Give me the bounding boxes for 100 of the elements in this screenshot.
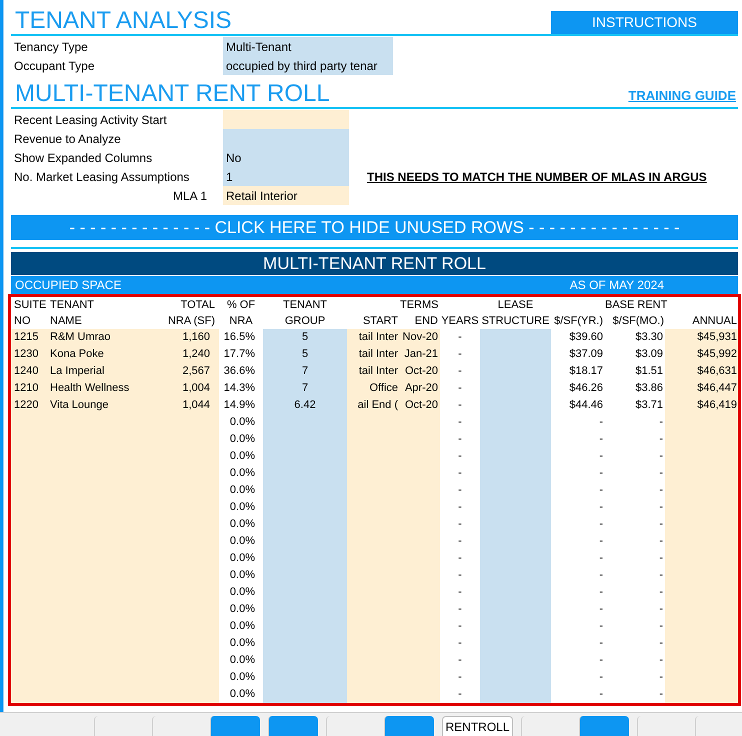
table-cell-text: tail Inter <box>358 347 399 362</box>
table-cell-text: - <box>598 653 604 668</box>
table-cell-text: - <box>658 517 664 532</box>
column-header: TERMS END <box>400 298 440 329</box>
table-cell-text: 7 <box>300 364 310 379</box>
table-cell-text: Oct-20 <box>404 364 439 379</box>
table-cell-text: 6.42 <box>293 398 317 413</box>
table-cell-text: $37.09 <box>568 347 604 362</box>
table-cell-text: - <box>658 551 664 566</box>
table-cell-text: 1220 <box>13 398 40 413</box>
input-cell[interactable] <box>223 129 349 148</box>
table-cell-text: - <box>598 619 604 634</box>
table-cell-text: - <box>598 636 604 651</box>
table-cell-text: - <box>598 517 604 532</box>
table-cell-text: - <box>457 364 463 379</box>
table-cell-text: - <box>457 483 463 498</box>
table-cell-text: Vita Lounge <box>49 398 110 413</box>
table-cell-text: 1,240 <box>181 347 211 362</box>
sheet-tab[interactable] <box>384 716 434 736</box>
table-cell-text: 1230 <box>13 347 40 362</box>
table-cell-text: Oct-20 <box>404 398 439 413</box>
table-cell-text: - <box>598 670 604 685</box>
table-cell-text: $18.17 <box>568 364 604 379</box>
table-cell-text: 0.0% <box>228 636 256 651</box>
table-cell-text: 0.0% <box>228 687 256 702</box>
table-cell-text: 0.0% <box>228 449 256 464</box>
field-label: Revenue to Analyze <box>13 130 122 148</box>
input-cell[interactable]: Retail Interior <box>223 186 349 205</box>
table-cell-text: - <box>658 585 664 600</box>
sheet-tab[interactable] <box>268 716 318 736</box>
table-cell-text: - <box>658 466 664 481</box>
table-cell-text: 1215 <box>13 330 40 345</box>
table-cell-text: - <box>658 483 664 498</box>
page-title: TENANT ANALYSIS <box>14 8 232 34</box>
table-cell-text: - <box>457 517 463 532</box>
input-cell[interactable]: occupied by third party tenar <box>223 56 393 75</box>
table-cell-text: 1,044 <box>181 398 211 413</box>
field-label: No. Market Leasing Assumptions <box>13 168 190 186</box>
table-cell-text: 17.7% <box>222 347 256 362</box>
table-banner: MULTI-TENANT RENT ROLL <box>11 252 738 275</box>
input-cell[interactable]: Multi-Tenant <box>223 37 393 56</box>
table-cell-text: - <box>457 432 463 447</box>
table-cell-text: 0.0% <box>228 432 256 447</box>
table-cell-text: ail End ( <box>356 398 399 413</box>
table-cell-text: - <box>457 670 463 685</box>
table-cell-text: 0.0% <box>228 602 256 617</box>
table-cell-text: 0.0% <box>228 585 256 600</box>
table-cell-text: - <box>457 653 463 668</box>
table-cell-text: tail Inter <box>358 364 399 379</box>
subheader-right-label: AS OF MAY 2024 <box>570 277 665 294</box>
table-cell-text: - <box>658 670 664 685</box>
table-cell-text: - <box>598 568 604 583</box>
table-cell-text: - <box>598 551 604 566</box>
table-cell-text: - <box>658 500 664 515</box>
table-cell-text: - <box>457 585 463 600</box>
table-cell-text: - <box>658 449 664 464</box>
sheet-tab[interactable] <box>579 716 629 736</box>
input-cell[interactable]: 1 <box>223 167 349 186</box>
table-cell-text: - <box>457 687 463 702</box>
table-cell-text: - <box>457 636 463 651</box>
table-cell-text: 0.0% <box>228 568 256 583</box>
table-cell-text: 0.0% <box>228 619 256 634</box>
table-cell-text: - <box>658 534 664 549</box>
table-cell-text: - <box>457 568 463 583</box>
table-cell-text: 0.0% <box>228 466 256 481</box>
table-cell-text: 0.0% <box>228 500 256 515</box>
table-cell-text: 36.6% <box>222 364 256 379</box>
table-cell-text: 0.0% <box>228 670 256 685</box>
table-cell-text: - <box>598 432 604 447</box>
table-cell-text: 1,004 <box>181 381 211 396</box>
table-cell-text: 0.0% <box>228 653 256 668</box>
table-cell-text: 5 <box>300 330 310 345</box>
table-cell-text: - <box>457 347 463 362</box>
field-label: Recent Leasing Activity Start <box>13 112 168 128</box>
table-cell-text: - <box>598 483 604 498</box>
column-header: LEASE STRUCTURE <box>480 298 550 329</box>
table-cell-text: 1210 <box>13 381 40 396</box>
sheet-tab[interactable] <box>210 716 260 736</box>
column-header: ANNUAL <box>691 314 738 329</box>
field-label: Tenancy Type <box>13 38 89 56</box>
table-cell-text: - <box>658 602 664 617</box>
table-cell-text: $45,992 <box>696 347 738 362</box>
column-header: TENANT GROUP <box>282 298 328 329</box>
field-label: Occupant Type <box>13 58 96 74</box>
input-cell[interactable] <box>223 110 349 129</box>
table-cell-text: 7 <box>300 381 310 396</box>
table-cell-text: - <box>598 585 604 600</box>
table-cell-text: - <box>658 636 664 651</box>
table-cell-text: La Imperial <box>49 364 106 379</box>
table-cell-text: Jan-21 <box>403 347 439 362</box>
table-cell-text: Health Wellness <box>49 381 130 396</box>
table-cell-text: - <box>658 432 664 447</box>
table-cell-text: - <box>598 602 604 617</box>
table-cell-text: Kona Poke <box>49 347 105 362</box>
subheader-left-label: OCCUPIED SPACE <box>15 277 122 294</box>
table-cell-text: tail Inter <box>358 330 399 345</box>
sheet-tab[interactable]: RENTROLL <box>442 716 513 736</box>
input-cell[interactable]: No <box>223 148 349 167</box>
table-cell-text: $44.46 <box>568 398 604 413</box>
table-cell-text: - <box>658 415 664 430</box>
